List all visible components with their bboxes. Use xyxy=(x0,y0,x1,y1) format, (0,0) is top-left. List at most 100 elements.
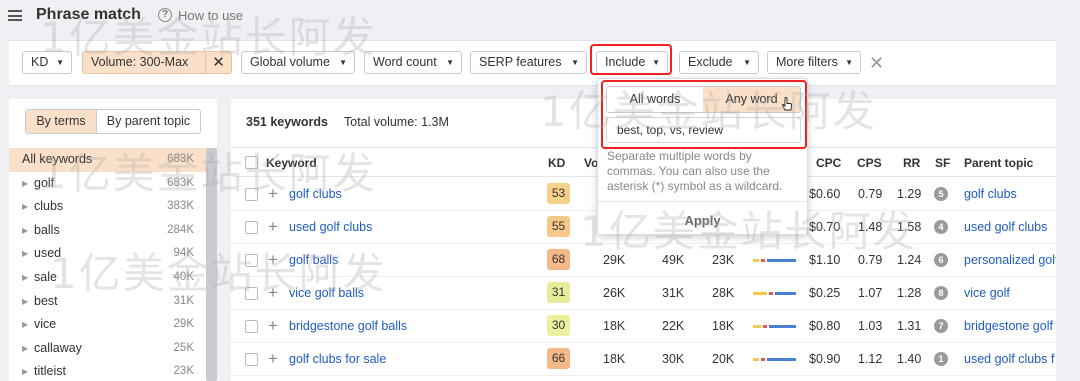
caret-right-icon[interactable]: ▶ xyxy=(22,313,28,337)
rr-value: 1.28 xyxy=(897,286,922,300)
volume-value: 18K xyxy=(603,352,626,366)
table-row: + golf clubs for sale 66 18K 30K 20K $0.… xyxy=(231,343,1056,377)
keyword-link[interactable]: used golf clubs xyxy=(289,220,372,234)
volume-value: 26K xyxy=(603,286,626,300)
watermark-text: 1亿美金站长阿发 xyxy=(40,13,377,62)
parent-topic-link[interactable]: personalized golf xyxy=(964,253,1056,267)
global-volume-value: 22K xyxy=(662,319,685,333)
serp-features-badge[interactable]: 8 xyxy=(934,286,948,300)
table-row: + bridgestone golf balls 30 18K 22K 18K … xyxy=(231,310,1056,344)
kd-badge: 68 xyxy=(547,249,570,270)
sidebar-item-label: titleist xyxy=(34,364,66,379)
serp-features-filter-button[interactable]: SERP features ▼ xyxy=(470,51,587,74)
keyword-link[interactable]: bridgestone golf balls xyxy=(289,319,407,333)
kd-badge: 53 xyxy=(547,183,570,204)
sidebar-segmented-control: By terms By parent topic xyxy=(25,109,201,134)
caret-right-icon[interactable]: ▶ xyxy=(22,219,28,243)
sidebar-item-callaway[interactable]: ▶ callaway 25K xyxy=(9,337,206,361)
sidebar-item-titleist[interactable]: ▶ titleist 23K xyxy=(9,360,206,381)
serp-features-badge[interactable]: 7 xyxy=(934,319,948,333)
sidebar-item-balls[interactable]: ▶ balls 284K xyxy=(9,219,206,243)
cpc-value: $0.90 xyxy=(809,352,841,366)
hamburger-menu-icon[interactable] xyxy=(8,10,22,21)
watermark-text: 1亿美金站长阿发 xyxy=(40,149,377,198)
exclude-label: Exclude xyxy=(688,55,733,69)
header-cpc[interactable]: CPC xyxy=(816,156,841,170)
include-help-text: Separate multiple words by commas. You c… xyxy=(607,149,783,193)
caret-down-icon: ▼ xyxy=(571,58,579,67)
clear-filters-icon[interactable]: ✕ xyxy=(869,53,884,74)
keyword-count: 351 keywords xyxy=(246,115,328,129)
sidebar-item-label: callaway xyxy=(34,340,82,355)
cps-value: 1.07 xyxy=(858,286,883,300)
header-parent-topic[interactable]: Parent topic xyxy=(964,156,1033,170)
caret-right-icon[interactable]: ▶ xyxy=(22,195,28,219)
watermark-text: 1亿美金站长阿发 xyxy=(580,207,917,256)
cpc-value: $0.25 xyxy=(809,286,841,300)
trend-bar xyxy=(753,325,796,328)
tab-by-parent-topic[interactable]: By parent topic xyxy=(96,110,200,133)
row-checkbox[interactable] xyxy=(245,320,258,333)
caret-right-icon[interactable]: ▶ xyxy=(22,360,28,381)
sidebar-item-count: 29K xyxy=(173,318,194,331)
cps-value: 1.12 xyxy=(858,352,883,366)
exclude-filter-button[interactable]: Exclude ▼ xyxy=(679,51,759,74)
more-filters-button[interactable]: More filters ▼ xyxy=(767,51,861,74)
add-to-list-icon[interactable]: + xyxy=(268,316,278,336)
trend-bar xyxy=(753,358,796,361)
rr-value: 1.31 xyxy=(897,319,922,333)
watermark-text: 1亿美金站长阿发 xyxy=(50,249,387,298)
sidebar-item-count: 23K xyxy=(173,365,194,378)
header-sf[interactable]: SF xyxy=(935,156,950,170)
caret-right-icon[interactable]: ▶ xyxy=(22,242,28,266)
cps-value: 1.03 xyxy=(858,319,883,333)
add-to-list-icon[interactable]: + xyxy=(268,349,278,369)
highlight-include-box xyxy=(590,44,672,75)
sidebar-item-label: vice xyxy=(34,317,57,332)
trend-bar xyxy=(753,292,796,295)
more-filters-label: More filters xyxy=(776,55,838,69)
row-checkbox[interactable] xyxy=(245,353,258,366)
traffic-potential-value: 28K xyxy=(712,286,735,300)
serp-features-label: SERP features xyxy=(479,55,562,69)
caret-right-icon[interactable]: ▶ xyxy=(22,337,28,361)
rr-value: 1.40 xyxy=(897,352,922,366)
sidebar-item-vice[interactable]: ▶ vice 29K xyxy=(9,313,206,337)
caret-right-icon[interactable]: ▶ xyxy=(22,172,28,196)
header-kd[interactable]: KD xyxy=(548,156,565,170)
header-cps[interactable]: CPS xyxy=(857,156,882,170)
trend-bar xyxy=(753,259,796,262)
sidebar-item-count: 284K xyxy=(167,223,194,236)
sidebar-item-count: 25K xyxy=(173,341,194,354)
volume-value: 18K xyxy=(603,319,626,333)
caret-right-icon[interactable]: ▶ xyxy=(22,290,28,314)
word-count-filter-button[interactable]: Word count ▼ xyxy=(364,51,462,74)
caret-down-icon: ▼ xyxy=(845,58,853,67)
parent-topic-link[interactable]: used golf clubs f xyxy=(964,352,1056,366)
sidebar-item-label: balls xyxy=(34,222,60,237)
word-count-label: Word count xyxy=(373,55,437,69)
global-volume-value: 31K xyxy=(662,286,685,300)
cpc-value: $0.80 xyxy=(809,319,841,333)
watermark-text: 1亿美金站长阿发 xyxy=(540,87,877,136)
serp-features-badge[interactable]: 6 xyxy=(934,253,948,267)
header-rr[interactable]: RR xyxy=(903,156,920,170)
traffic-potential-value: 20K xyxy=(712,352,735,366)
total-volume: Total volume: 1.3M xyxy=(344,115,449,129)
tab-by-terms[interactable]: By terms xyxy=(26,110,96,133)
serp-features-badge[interactable]: 4 xyxy=(934,220,948,234)
keyword-link[interactable]: golf clubs for sale xyxy=(289,352,386,366)
caret-right-icon[interactable]: ▶ xyxy=(22,266,28,290)
add-to-list-icon[interactable]: + xyxy=(268,217,278,237)
parent-topic-link[interactable]: vice golf xyxy=(964,286,1056,300)
global-volume-value: 30K xyxy=(662,352,685,366)
kd-badge: 55 xyxy=(547,216,570,237)
parent-topic-link[interactable]: used golf clubs xyxy=(964,220,1056,234)
kd-badge: 31 xyxy=(547,282,570,303)
serp-features-badge[interactable]: 1 xyxy=(934,352,948,366)
row-checkbox[interactable] xyxy=(245,221,258,234)
serp-features-badge[interactable]: 5 xyxy=(934,187,948,201)
parent-topic-link[interactable]: golf clubs xyxy=(964,187,1056,201)
parent-topic-link[interactable]: bridgestone golf xyxy=(964,319,1056,333)
caret-down-icon: ▼ xyxy=(743,58,751,67)
